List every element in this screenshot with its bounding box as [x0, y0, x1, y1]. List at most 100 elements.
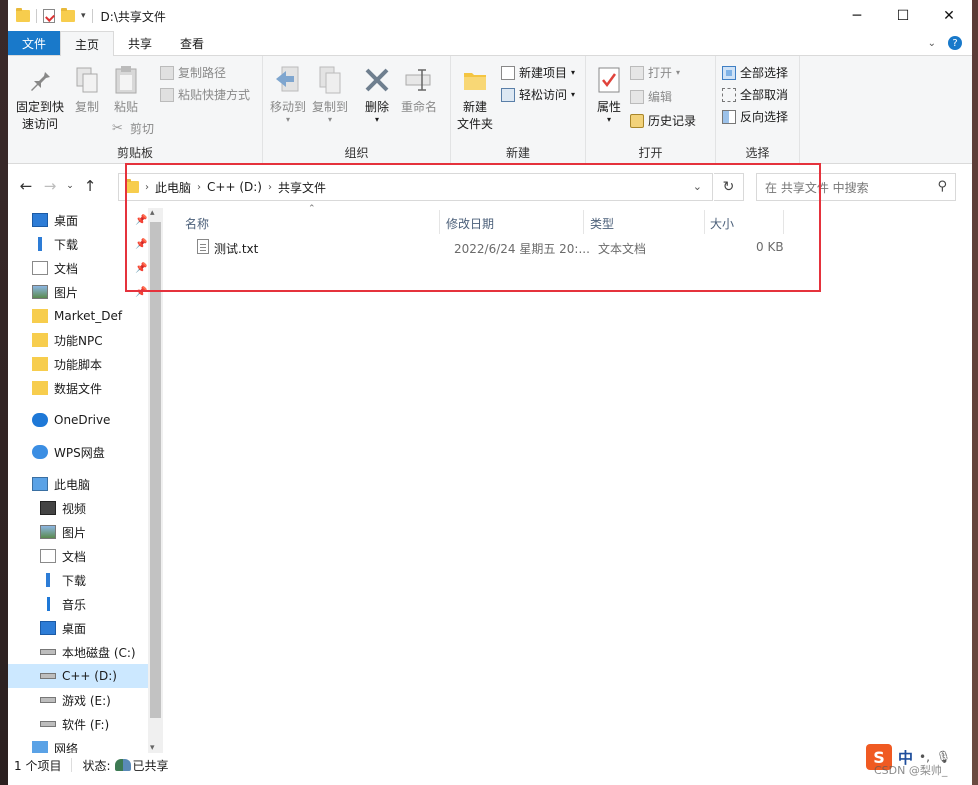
- sidebar-item[interactable]: 桌面: [8, 616, 148, 640]
- sidebar-item[interactable]: WPS网盘: [8, 440, 148, 464]
- tab-view[interactable]: 查看: [166, 31, 218, 55]
- address-history-dropdown-icon[interactable]: ⌄: [693, 180, 702, 193]
- organize-group: 移动到 ▾ 复制到 ▾ 删除 ▾ 重命名 组织: [263, 56, 451, 164]
- desktop-icon: [40, 621, 56, 635]
- pin-quick-access-button[interactable]: 固定到快 速访问: [14, 64, 66, 133]
- folder-icon: [32, 309, 48, 323]
- sidebar-item[interactable]: 下载 📌: [8, 232, 148, 256]
- qa-customize-icon[interactable]: ▾: [81, 11, 86, 21]
- sidebar-item[interactable]: 文档: [8, 544, 148, 568]
- pin-icon[interactable]: 📌: [135, 287, 147, 298]
- new-item-button[interactable]: 新建项目 ▾: [501, 64, 575, 81]
- tab-share[interactable]: 共享: [114, 31, 166, 55]
- sidebar-item[interactable]: 文档 📌: [8, 256, 148, 280]
- easy-access-button[interactable]: 轻松访问 ▾: [501, 86, 575, 103]
- column-type[interactable]: 类型: [590, 215, 614, 232]
- up-arrow-icon[interactable]: ↑: [78, 177, 102, 195]
- sidebar-item[interactable]: 音乐: [8, 592, 148, 616]
- close-button[interactable]: ✕: [926, 0, 972, 32]
- copy-button[interactable]: 复制: [70, 64, 104, 116]
- search-input[interactable]: 在 共享文件 中搜索 ⚲: [756, 173, 956, 201]
- copy-to-button[interactable]: 复制到 ▾: [309, 64, 351, 124]
- scrollbar-thumb[interactable]: [150, 222, 161, 718]
- column-modified[interactable]: 修改日期: [446, 215, 494, 232]
- maximize-button[interactable]: ☐: [880, 0, 926, 32]
- pin-icon[interactable]: 📌: [135, 239, 147, 250]
- navigation-pane-scrollbar[interactable]: ▴ ▾: [148, 208, 163, 753]
- new-folder-button[interactable]: 新建 文件夹: [455, 64, 495, 133]
- breadcrumb-this-pc[interactable]: 此电脑: [155, 179, 191, 196]
- address-bar[interactable]: › 此电脑 › C++ (D:) › 共享文件 ⌄: [118, 173, 713, 201]
- sidebar-item[interactable]: 软件 (F:): [8, 712, 148, 736]
- chevron-right-icon[interactable]: ›: [145, 182, 149, 193]
- properties-qa-icon[interactable]: [43, 9, 55, 23]
- watermark: CSDN @梨帅_: [874, 764, 948, 777]
- invert-selection-button[interactable]: 反向选择: [722, 108, 788, 125]
- sidebar-item[interactable]: OneDrive: [8, 408, 148, 432]
- organize-group-label: 组织: [344, 146, 369, 160]
- pin-icon[interactable]: 📌: [135, 215, 147, 226]
- history-button[interactable]: 历史记录: [630, 112, 696, 129]
- sidebar-item[interactable]: C++ (D:): [8, 664, 148, 688]
- file-modified: 2022/6/24 星期五 20:...: [454, 242, 590, 256]
- sidebar-item[interactable]: 网络: [8, 736, 148, 753]
- edit-button[interactable]: 编辑: [630, 88, 672, 105]
- breadcrumb-shared-folder[interactable]: 共享文件: [278, 179, 326, 196]
- column-header-row: ⌃ 名称 修改日期 类型 大小: [168, 204, 948, 236]
- sidebar-item-label: 数据文件: [54, 381, 103, 396]
- tab-file[interactable]: 文件: [8, 31, 61, 55]
- ribbon-expand-icon[interactable]: ⌄: [928, 38, 936, 49]
- tab-home[interactable]: 主页: [60, 31, 115, 56]
- open-group: 属性 ▾ 打开 ▾ 编辑 历史记录 打开: [586, 56, 716, 164]
- delete-button[interactable]: 删除 ▾: [359, 64, 395, 124]
- sidebar-item[interactable]: 图片: [8, 520, 148, 544]
- picture-icon: [40, 525, 56, 539]
- sidebar-item[interactable]: 此电脑: [8, 472, 148, 496]
- scroll-up-icon[interactable]: ▴: [150, 208, 155, 218]
- select-none-button[interactable]: 全部取消: [722, 86, 788, 103]
- cut-button[interactable]: ✂ 剪切: [112, 120, 154, 137]
- column-size[interactable]: 大小: [710, 215, 734, 232]
- properties-button[interactable]: 属性 ▾: [592, 64, 626, 124]
- chevron-right-icon[interactable]: ›: [197, 182, 201, 193]
- new-folder-qa-icon[interactable]: [61, 8, 75, 22]
- sidebar-item[interactable]: 图片 📌: [8, 280, 148, 304]
- document-icon: [32, 261, 48, 275]
- minimize-button[interactable]: ─: [834, 0, 880, 32]
- sidebar-item[interactable]: 下载: [8, 568, 148, 592]
- sidebar-item[interactable]: Market_Def: [8, 304, 148, 328]
- file-row[interactable]: 测试.txt 2022/6/24 星期五 20:... 文本文档 0 KB: [168, 236, 948, 260]
- drive-icon: [40, 721, 56, 727]
- sidebar-item-label: 桌面: [62, 621, 87, 636]
- back-arrow-icon[interactable]: ←: [14, 177, 38, 195]
- move-to-button[interactable]: 移动到 ▾: [267, 64, 309, 124]
- search-icon: ⚲: [937, 179, 947, 194]
- sidebar-item[interactable]: 数据文件: [8, 376, 148, 400]
- rename-button[interactable]: 重命名: [397, 64, 441, 116]
- copy-path-icon: [160, 65, 174, 80]
- sidebar-item[interactable]: 桌面 📌: [8, 208, 148, 232]
- breadcrumb-drive-d[interactable]: C++ (D:): [207, 180, 262, 194]
- open-button[interactable]: 打开 ▾: [630, 64, 680, 81]
- select-all-icon: [722, 65, 736, 80]
- sidebar-item[interactable]: 游戏 (E:): [8, 688, 148, 712]
- sidebar-item[interactable]: 本地磁盘 (C:): [8, 640, 148, 664]
- recent-locations-icon[interactable]: ⌄: [62, 181, 78, 191]
- help-icon[interactable]: ?: [948, 36, 962, 50]
- sidebar-item[interactable]: 功能NPC: [8, 328, 148, 352]
- paste-shortcut-button[interactable]: 粘贴快捷方式: [160, 86, 250, 103]
- paste-button[interactable]: 粘贴: [108, 64, 144, 116]
- pin-icon[interactable]: 📌: [135, 263, 147, 274]
- sidebar-item[interactable]: 视频: [8, 496, 148, 520]
- column-name[interactable]: 名称: [185, 215, 209, 232]
- sidebar-item[interactable]: 功能脚本: [8, 352, 148, 376]
- refresh-icon: ↻: [722, 179, 735, 195]
- refresh-button[interactable]: ↻: [714, 173, 744, 201]
- forward-arrow-icon[interactable]: →: [38, 177, 62, 195]
- chevron-right-icon[interactable]: ›: [268, 182, 272, 193]
- copy-path-button[interactable]: 复制路径: [160, 64, 226, 81]
- select-all-button[interactable]: 全部选择: [722, 64, 788, 81]
- share-state-value: 已共享: [132, 758, 169, 773]
- scroll-down-icon[interactable]: ▾: [150, 743, 155, 753]
- sidebar-item-label: OneDrive: [54, 413, 111, 427]
